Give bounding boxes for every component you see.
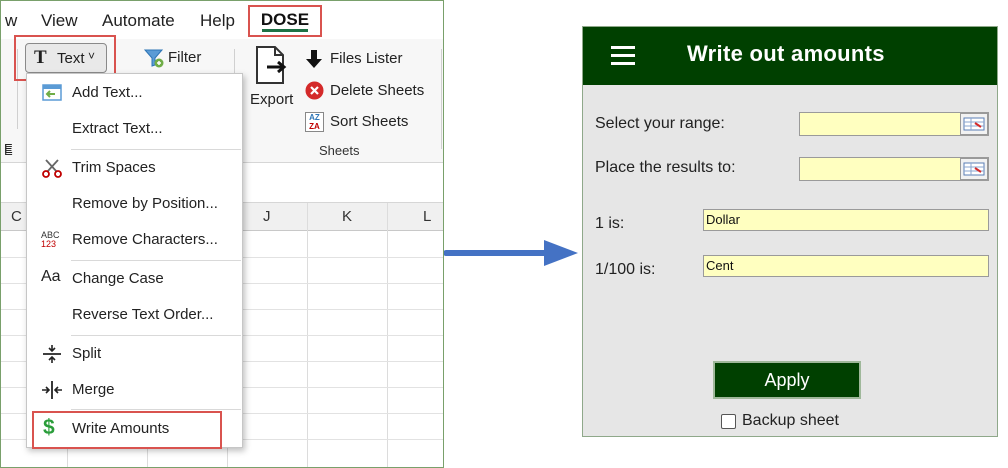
menu-bar: w View Automate Help DOSE <box>1 1 443 39</box>
export-label: Export <box>250 91 294 108</box>
dollar-icon: $ <box>43 416 55 439</box>
menu-item-add-text[interactable]: Add Text... <box>27 76 242 110</box>
results-label: Place the results to: <box>595 159 736 176</box>
text-button-label: Text <box>57 50 85 67</box>
delete-sheets-label: Delete Sheets <box>330 82 425 99</box>
filter-button[interactable]: Filter <box>143 47 233 71</box>
menu-item-label: Change Case <box>72 270 164 287</box>
menu-item-label: Trim Spaces <box>72 159 156 176</box>
menu-item-remove-by-position[interactable]: Remove by Position... <box>27 187 242 221</box>
range-label: Select your range: <box>595 115 725 132</box>
range-select-icon <box>963 162 985 176</box>
scissors-icon <box>42 159 62 178</box>
menu-separator <box>71 409 241 410</box>
menu-item-label: Remove Characters... <box>72 231 218 248</box>
filter-label: Filter <box>168 49 202 66</box>
delete-sheets-button[interactable]: Delete Sheets <box>305 81 439 103</box>
ribbon-group-label-cut2: E <box>4 143 13 158</box>
chevron-down-icon: ˅ <box>88 49 96 63</box>
range-select-icon <box>963 117 985 131</box>
apply-button[interactable]: Apply <box>713 361 861 399</box>
sort-sheets-button[interactable]: AZ ZA Sort Sheets <box>305 112 425 134</box>
menu-item-trim-spaces[interactable]: Trim Spaces <box>27 151 242 185</box>
export-button[interactable]: Export <box>248 45 298 111</box>
subunit-input[interactable]: Cent <box>703 255 989 277</box>
menu-item-label: Write Amounts <box>72 420 170 437</box>
menu-separator <box>71 335 241 336</box>
menu-item-label: Split <box>72 345 102 362</box>
column-header[interactable]: K <box>342 208 352 225</box>
excel-window: w View Automate Help DOSE E T Text ˅ Fil… <box>0 0 444 468</box>
ribbon-group-label-sheets: Sheets <box>319 143 360 158</box>
menu-item-label: Extract Text... <box>72 120 163 137</box>
arrow-down-icon <box>306 50 322 68</box>
hamburger-menu-icon[interactable] <box>611 46 635 66</box>
filter-icon <box>143 49 164 68</box>
group-separator <box>441 49 442 149</box>
text-dropdown-button[interactable]: T Text ˅ <box>25 43 107 73</box>
arrow-right-icon <box>444 240 578 266</box>
files-lister-label: Files Lister <box>330 50 403 67</box>
menu-item-extract-text[interactable]: Extract Text... <box>27 112 242 146</box>
unit-label: 1 is: <box>595 215 625 232</box>
menu-item-change-case[interactable]: Aa Change Case <box>27 262 242 296</box>
dialog-title: Write out amounts <box>687 41 885 66</box>
menu-separator <box>71 149 241 150</box>
menu-item-label: Merge <box>72 381 115 398</box>
backup-sheet-label: Backup sheet <box>742 412 839 429</box>
subunit-label: 1/100 is: <box>595 261 656 278</box>
column-header[interactable]: L <box>423 208 431 225</box>
unit-input[interactable]: Dollar <box>703 209 989 231</box>
menu-item-merge[interactable]: Merge <box>27 373 242 407</box>
menu-item-label: Add Text... <box>72 84 143 101</box>
active-tab-underline <box>262 29 308 32</box>
tab-partial[interactable]: w <box>5 11 17 31</box>
range-picker-button[interactable] <box>960 113 988 135</box>
export-icon <box>256 46 287 84</box>
menu-item-label: Reverse Text Order... <box>72 306 214 323</box>
tab-dose[interactable]: DOSE <box>248 5 322 37</box>
text-t-icon: T <box>34 47 47 68</box>
abc-123-icon: ABC 123 <box>41 231 63 251</box>
split-icon <box>43 345 61 363</box>
delete-icon <box>305 81 324 100</box>
menu-item-split[interactable]: Split <box>27 337 242 371</box>
dialog-header: Write out amounts <box>583 27 997 85</box>
sort-glyph-bottom: ZA <box>309 122 320 131</box>
column-header[interactable]: C <box>11 208 22 225</box>
sort-glyph-top: AZ <box>309 113 320 122</box>
files-lister-button[interactable]: Files Lister <box>305 49 435 71</box>
write-out-amounts-dialog: Write out amounts Select your range: Pla… <box>582 26 998 437</box>
tab-help[interactable]: Help <box>200 11 235 31</box>
change-case-icon: Aa <box>41 268 61 285</box>
text-dropdown-menu: Add Text... Extract Text... Trim Spaces … <box>26 73 243 449</box>
menu-item-label: Remove by Position... <box>72 195 218 212</box>
menu-item-remove-characters[interactable]: ABC 123 Remove Characters... <box>27 223 242 257</box>
tab-view[interactable]: View <box>41 11 78 31</box>
add-text-icon <box>42 84 62 101</box>
tab-automate[interactable]: Automate <box>102 11 175 31</box>
column-header[interactable]: J <box>263 208 271 225</box>
sort-az-icon: AZ ZA <box>305 112 324 132</box>
tab-dose-label: DOSE <box>260 10 310 29</box>
menu-item-reverse-text-order[interactable]: Reverse Text Order... <box>27 298 242 332</box>
checkbox-box[interactable] <box>721 414 736 429</box>
menu-separator <box>71 260 241 261</box>
sort-sheets-label: Sort Sheets <box>330 113 409 130</box>
menu-item-write-amounts[interactable]: $ Write Amounts <box>27 412 242 446</box>
merge-icon <box>42 381 62 399</box>
num-glyph: 123 <box>41 239 57 249</box>
results-picker-button[interactable] <box>960 158 988 180</box>
